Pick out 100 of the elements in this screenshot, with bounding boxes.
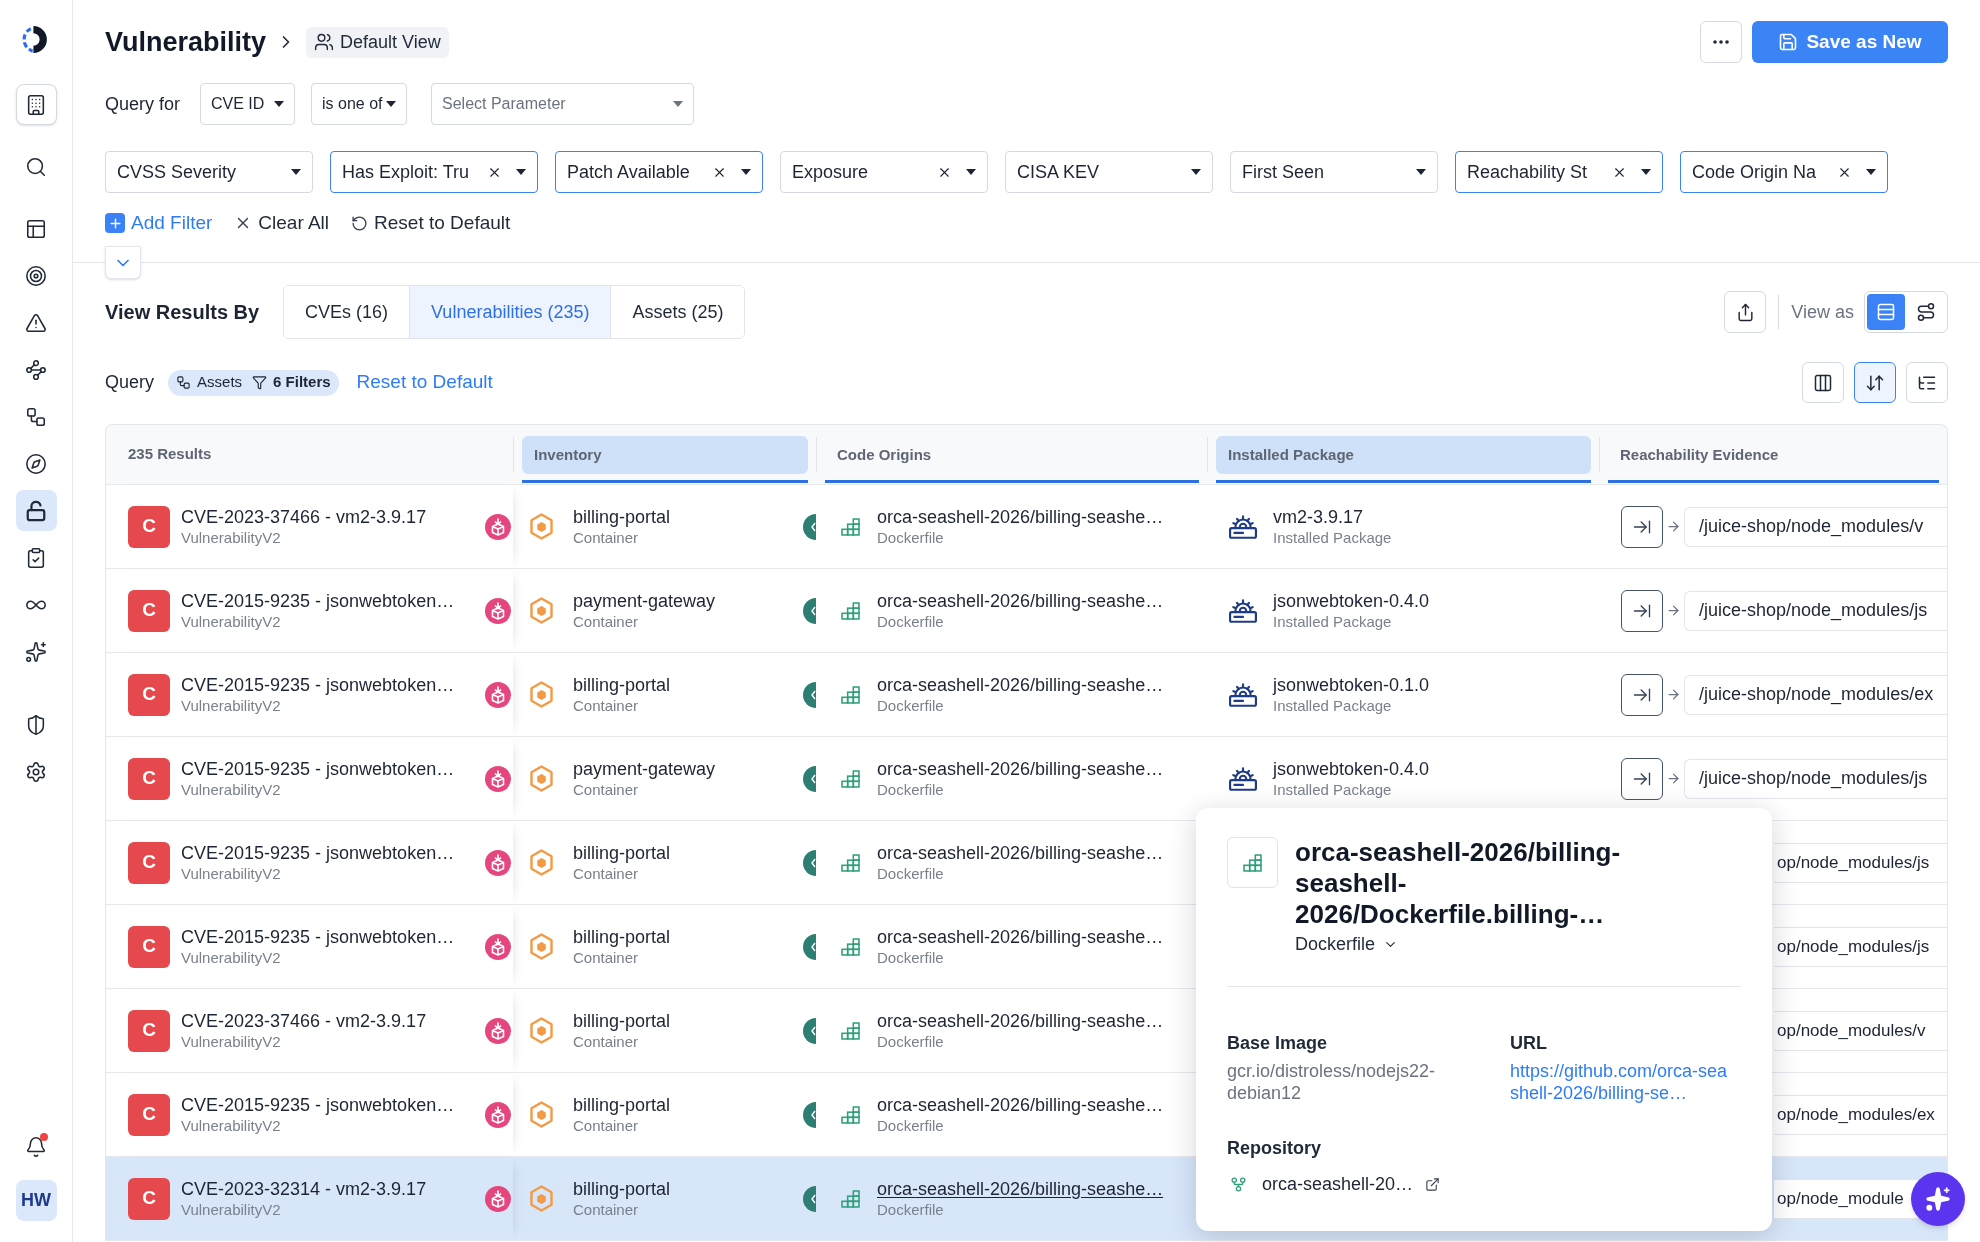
code-origin-link[interactable]: orca-seashell-2026/billing-seashe… — [877, 673, 1164, 696]
network-icon — [25, 358, 47, 381]
vulnerability-title: CVE-2015-9235 - jsonwebtoken… — [181, 589, 455, 612]
code-path-text: op/node_modules/js — [1777, 935, 1930, 958]
code-origin-link[interactable]: orca-seashell-2026/billing-seashe… — [877, 1177, 1164, 1200]
results-tab[interactable]: Assets (25) — [610, 286, 745, 338]
filter-dropdown[interactable]: CVSS Severity — [105, 151, 313, 193]
share-icon — [1735, 302, 1755, 322]
stacked-blocks-icon — [841, 1021, 860, 1040]
expand-button[interactable] — [1621, 757, 1663, 800]
asset-name: billing-portal — [573, 1009, 671, 1032]
table-row[interactable]: C CVE-2015-9235 - jsonwebtoken… VulnerabilityV2 payment-gateway Container orca-seashell-2026/billing-seashe… Dockerfile jsonwebtoken-0.4.0 Installed Package /juice-shop/node_modules/js — [106, 737, 1947, 821]
filter-dropdown[interactable]: CISA KEV — [1005, 151, 1213, 193]
asset-type: Container — [573, 947, 640, 968]
external-link-icon[interactable] — [1425, 1177, 1441, 1192]
code-path-field: /juice-shop/node_modules/js — [1684, 590, 1947, 631]
filter-count: 6 Filters — [273, 372, 331, 393]
column-header[interactable]: Reachability Evidence — [1608, 436, 1939, 474]
workspace-button[interactable] — [15, 84, 57, 125]
code-origin-link[interactable]: orca-seashell-2026/billing-seashe… — [877, 589, 1164, 612]
vulnerability-title: CVE-2015-9235 - jsonwebtoken… — [181, 1093, 455, 1116]
caret-icon — [673, 101, 683, 107]
severity-badge: C — [128, 673, 170, 716]
compass-icon — [25, 452, 47, 475]
parameter-select[interactable]: Select Parameter — [431, 83, 694, 125]
column-header[interactable]: Installed Package — [1216, 436, 1591, 474]
code-origin-link[interactable]: orca-seashell-2026/billing-seashe… — [877, 1009, 1164, 1032]
severity-badge: C — [128, 841, 170, 884]
code-origin-type: Dockerfile — [877, 1115, 945, 1136]
warning-icon — [25, 311, 47, 334]
package-type: Installed Package — [1273, 695, 1393, 716]
field-label: URL — [1510, 1032, 1548, 1055]
file-type-dropdown[interactable]: Dockerfile — [1295, 931, 1399, 958]
asset-scope: Assets — [197, 372, 243, 393]
package-name: jsonwebtoken-0.4.0 — [1273, 589, 1430, 612]
filter-dropdown[interactable]: First Seen — [1230, 151, 1438, 193]
table-tool-button[interactable] — [1854, 362, 1896, 403]
table-view-icon — [1876, 302, 1896, 322]
vulnerability-title: CVE-2015-9235 - jsonwebtoken… — [181, 673, 455, 696]
filter-dropdown[interactable]: Exposure — [780, 151, 988, 193]
stacked-blocks-icon — [841, 685, 860, 704]
expand-button[interactable] — [1621, 673, 1663, 716]
asset-type: Container — [573, 1199, 640, 1220]
sparkles-icon — [25, 640, 47, 663]
code-origin-link[interactable]: orca-seashell-2026/billing-seashe… — [877, 505, 1164, 528]
caret-icon — [291, 169, 301, 175]
fork-icon — [1230, 1176, 1247, 1193]
operator-select[interactable]: is one of — [311, 83, 407, 125]
clear-filter-button[interactable]: Clear All — [234, 208, 330, 238]
more-button[interactable] — [1700, 21, 1742, 63]
field-select[interactable]: CVE ID — [200, 83, 295, 125]
asset-type: Container — [573, 695, 640, 716]
code-path-field: /juice-shop/node_modules/js — [1684, 758, 1947, 799]
filter-dropdown[interactable]: Has Exploit: Tru — [330, 151, 538, 193]
asset-name: billing-portal — [573, 841, 671, 864]
caret-icon — [966, 169, 976, 175]
column-header[interactable]: Inventory — [522, 436, 808, 474]
reset-filter-button[interactable]: Reset to Default — [351, 208, 511, 238]
add-filter-button[interactable]: Add Filter — [105, 208, 213, 238]
hexagon-icon — [530, 1185, 553, 1212]
table-row[interactable]: C CVE-2015-9235 - jsonwebtoken… VulnerabilityV2 billing-portal Container orca-seashell-2026/billing-seashe… Dockerfile jsonwebtoken-0.1.0 Installed Package /juice-shop/node_modules/ex — [106, 653, 1947, 737]
building-icon — [25, 93, 47, 116]
vulnerability-title: CVE-2023-37466 - vm2-3.9.17 — [181, 505, 427, 528]
plus-icon — [105, 213, 125, 233]
asset-name: billing-portal — [573, 505, 671, 528]
route-icon — [1916, 302, 1936, 322]
stacked-blocks-icon — [841, 601, 860, 620]
results-tab[interactable]: Vulnerabilities (235) — [409, 286, 611, 338]
code-origin-link[interactable]: orca-seashell-2026/billing-seashe… — [877, 925, 1164, 948]
user-avatar[interactable]: HW — [15, 1180, 57, 1221]
expand-button[interactable] — [1621, 505, 1663, 548]
field-label: Repository — [1227, 1137, 1323, 1160]
filter-dropdown[interactable]: Reachability St — [1455, 151, 1663, 193]
stacked-blocks-icon — [841, 853, 860, 872]
table-row[interactable]: C CVE-2023-37466 - vm2-3.9.17 VulnerabilityV2 billing-portal Container orca-seashell-2026/billing-seashe… Dockerfile vm2-3.9.17 Installed Package /juice-shop/node_modules/v — [106, 485, 1947, 569]
view-selector[interactable]: Default View — [306, 26, 449, 58]
asset-type: Container — [573, 779, 640, 800]
code-origin-type: Dockerfile — [877, 1031, 945, 1052]
code-path-text: op/node_modules/v — [1777, 1019, 1926, 1042]
table-row[interactable]: C CVE-2015-9235 - jsonwebtoken… VulnerabilityV2 payment-gateway Container orca-seashell-2026/billing-seashe… Dockerfile jsonwebtoken-0.4.0 Installed Package /juice-shop/node_modules/js — [106, 569, 1947, 653]
columns-icon — [1813, 372, 1833, 393]
code-path-text: op/node_modules/ex — [1777, 1103, 1935, 1126]
code-origin-link[interactable]: orca-seashell-2026/billing-seashe… — [877, 757, 1164, 780]
reset-link[interactable]: Reset to Default — [356, 368, 493, 397]
vulnerability-title: CVE-2023-32314 - vm2-3.9.17 — [181, 1177, 427, 1200]
stacked-blocks-icon — [841, 1105, 860, 1124]
code-origin-link[interactable]: orca-seashell-2026/billing-seashe… — [877, 1093, 1164, 1116]
share-button[interactable] — [1724, 291, 1767, 333]
nav-button[interactable] — [15, 490, 57, 531]
box-download-icon — [485, 681, 511, 708]
expand-button[interactable] — [1621, 589, 1663, 632]
filter-dropdown[interactable]: Patch Available — [555, 151, 763, 193]
reset-icon — [351, 214, 369, 232]
code-origin-link[interactable]: orca-seashell-2026/billing-seashe… — [877, 841, 1164, 864]
users-icon — [314, 32, 335, 52]
save-button[interactable]: Save as New — [1752, 21, 1948, 63]
asset-type: Container — [573, 1115, 640, 1136]
column-header[interactable]: Code Origins — [825, 436, 1199, 474]
box-download-icon — [485, 1185, 511, 1212]
filter-dropdown[interactable]: Code Origin Na — [1680, 151, 1888, 193]
